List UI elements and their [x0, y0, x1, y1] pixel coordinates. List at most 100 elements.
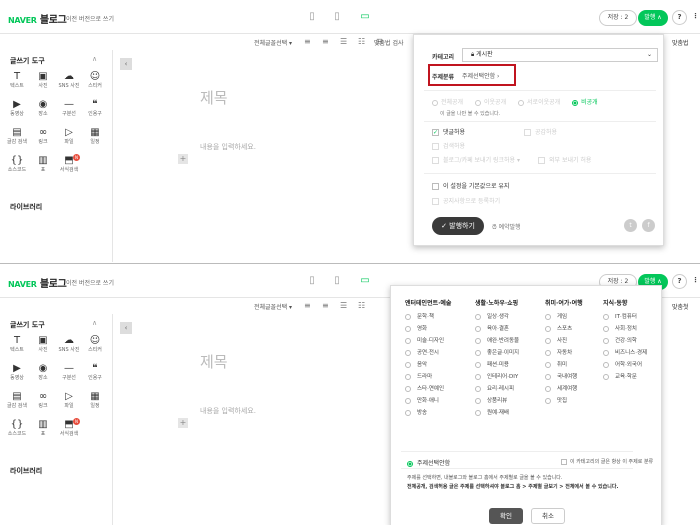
notice-checkbox[interactable]: 공지사항으로 등록하기	[432, 196, 500, 205]
more-menu-icon[interactable]: ⋮	[688, 10, 700, 25]
topic-option[interactable]: 스타·연예인	[405, 385, 477, 397]
publish-now-button[interactable]: ✓ 발행하기	[432, 217, 484, 235]
facebook-icon[interactable]: f	[642, 219, 655, 232]
topic-option[interactable]: 요리·레시피	[475, 385, 547, 397]
help-button[interactable]: ?	[672, 274, 687, 289]
publish-button[interactable]: 발행 ∧	[638, 10, 668, 26]
tool-text[interactable]: T 텍스트	[4, 334, 30, 358]
list-icon[interactable]: ☷	[358, 301, 365, 311]
topic-option[interactable]: 건강·의학	[603, 337, 675, 349]
topic-option[interactable]: 애완·반려동물	[475, 337, 547, 349]
topic-option[interactable]: 인테리어·DIY	[475, 373, 547, 385]
topic-option[interactable]: 사회·정치	[603, 325, 675, 337]
add-component-icon[interactable]: +	[178, 418, 188, 428]
spell-check-edge[interactable]: 맞춤법	[672, 38, 689, 47]
tool-quote[interactable]: ❝ 인용구	[82, 362, 108, 386]
font-select[interactable]: 전체글꼴선택 ▾	[254, 302, 292, 311]
tool-source-code[interactable]: {} 소스코드	[4, 154, 30, 178]
tablet-view-icon[interactable]: ▯	[330, 275, 344, 287]
spell-check-button[interactable]: 맞춤법 검사	[374, 38, 404, 47]
tool-divider[interactable]: — 구분선	[56, 362, 82, 386]
tablet-view-icon[interactable]: ▯	[330, 11, 344, 23]
more-menu-icon[interactable]: ⋮	[688, 274, 700, 289]
tool-link[interactable]: ∞ 링크	[30, 126, 56, 150]
topic-option[interactable]: IT·컴퓨터	[603, 313, 675, 325]
align-center-icon[interactable]: ≡	[322, 301, 329, 311]
tool-material-search[interactable]: ▤ 글감 검색	[4, 126, 30, 150]
body-placeholder[interactable]: 내용을 입력하세요.	[200, 142, 256, 152]
tool-template-search[interactable]: ⬒ 서식검색 N	[56, 418, 82, 442]
tool-material-search[interactable]: ▤ 글감 검색	[4, 390, 30, 414]
topic-option[interactable]: 원예·재배	[475, 409, 547, 421]
topic-none-option[interactable]: 주제선택안함	[407, 458, 450, 467]
tool-sns-photo[interactable]: ☁ SNS 사진	[56, 70, 82, 94]
tool-place[interactable]: ◉ 장소	[30, 362, 56, 386]
tool-video[interactable]: ▶ 동영상	[4, 98, 30, 122]
topic-option[interactable]: 음악	[405, 361, 477, 373]
allow-comments-checkbox[interactable]: ✓ 댓글허용	[432, 127, 465, 136]
topic-option[interactable]: 어학·외국어	[603, 361, 675, 373]
topic-option[interactable]: 패션·미용	[475, 361, 547, 373]
topic-option[interactable]: 상품리뷰	[475, 397, 547, 409]
align-left-icon[interactable]: ≡	[304, 37, 311, 47]
visibility-public[interactable]: 전체공개	[432, 97, 463, 106]
naver-blog-logo[interactable]: NAVER 블로그	[8, 11, 67, 26]
topic-option[interactable]: 일상·생각	[475, 313, 547, 325]
topic-option[interactable]: 영화	[405, 325, 477, 337]
topic-option[interactable]: 육아·결혼	[475, 325, 547, 337]
tool-text[interactable]: T 텍스트	[4, 70, 30, 94]
help-button[interactable]: ?	[672, 10, 687, 25]
topic-option[interactable]: 미술·디자인	[405, 337, 477, 349]
font-select[interactable]: 전체글꼴선택 ▾	[254, 38, 292, 47]
topic-option[interactable]: 드라마	[405, 373, 477, 385]
sidebar-toggle-icon[interactable]: ‹	[120, 58, 132, 70]
pc-view-icon[interactable]: ▭	[358, 275, 372, 287]
confirm-button[interactable]: 확인	[489, 508, 523, 524]
align-left-icon[interactable]: ≡	[304, 301, 311, 311]
library-heading[interactable]: 라이브러리	[10, 466, 42, 476]
sidebar-toggle-icon[interactable]: ‹	[120, 322, 132, 334]
topic-option[interactable]: 비즈니스·경제	[603, 349, 675, 361]
collapse-caret-icon[interactable]: ∧	[92, 55, 97, 63]
tool-schedule[interactable]: ▦ 일정	[82, 126, 108, 150]
cancel-button[interactable]: 취소	[531, 508, 565, 524]
naver-blog-logo[interactable]: NAVER 블로그	[8, 275, 67, 290]
line-spacing-icon[interactable]: ☰	[340, 301, 347, 311]
reserve-publish-button[interactable]: ⏰︎ 예약발행	[492, 222, 521, 232]
visibility-neighbors[interactable]: 이웃공개	[475, 97, 506, 106]
tool-schedule[interactable]: ▦ 일정	[82, 390, 108, 414]
tool-sticker[interactable]: ☺ 스티커	[82, 70, 108, 94]
body-placeholder[interactable]: 내용을 입력하세요.	[200, 406, 256, 416]
mobile-view-icon[interactable]: ▯	[305, 275, 319, 287]
topic-option[interactable]: 문학·책	[405, 313, 477, 325]
list-icon[interactable]: ☷	[358, 37, 365, 47]
prev-version-link[interactable]: 이전 버전으로 쓰기	[66, 278, 114, 287]
tool-sticker[interactable]: ☺ 스티커	[82, 334, 108, 358]
topic-option[interactable]: 방송	[405, 409, 477, 421]
tool-video[interactable]: ▶ 동영상	[4, 362, 30, 386]
topic-option[interactable]: 공연·전시	[405, 349, 477, 361]
topic-option[interactable]: 세계여행	[545, 385, 617, 397]
library-heading[interactable]: 라이브러리	[10, 202, 42, 212]
tool-file[interactable]: ▷ 파일	[56, 126, 82, 150]
tool-quote[interactable]: ❝ 인용구	[82, 98, 108, 122]
tool-divider[interactable]: — 구분선	[56, 98, 82, 122]
tool-table[interactable]: ▥ 표	[30, 154, 56, 178]
tool-place[interactable]: ◉ 장소	[30, 98, 56, 122]
align-center-icon[interactable]: ≡	[322, 37, 329, 47]
allow-search-checkbox[interactable]: 검색허용	[432, 141, 465, 150]
topic-option[interactable]: 만화·애니	[405, 397, 477, 409]
line-spacing-icon[interactable]: ☰	[340, 37, 347, 47]
category-select[interactable]: 🔒︎ 게시판 ⌄	[462, 48, 658, 62]
keep-default-checkbox[interactable]: 이 설정을 기본값으로 유지	[432, 181, 509, 190]
topic-option[interactable]: 교육·학문	[603, 373, 675, 385]
visibility-private[interactable]: 비공개	[572, 97, 598, 106]
twitter-icon[interactable]: t	[624, 219, 637, 232]
add-component-icon[interactable]: +	[178, 154, 188, 164]
collapse-caret-icon[interactable]: ∧	[92, 319, 97, 327]
outside-share-checkbox[interactable]: 외부 보내기 허용	[538, 155, 591, 164]
title-placeholder[interactable]: 제목	[200, 87, 228, 108]
tool-source-code[interactable]: {} 소스코드	[4, 418, 30, 442]
topic-select-button[interactable]: 주제선택안함 ›	[462, 71, 499, 80]
tool-template-search[interactable]: ⬒ 서식검색 N	[56, 154, 82, 178]
